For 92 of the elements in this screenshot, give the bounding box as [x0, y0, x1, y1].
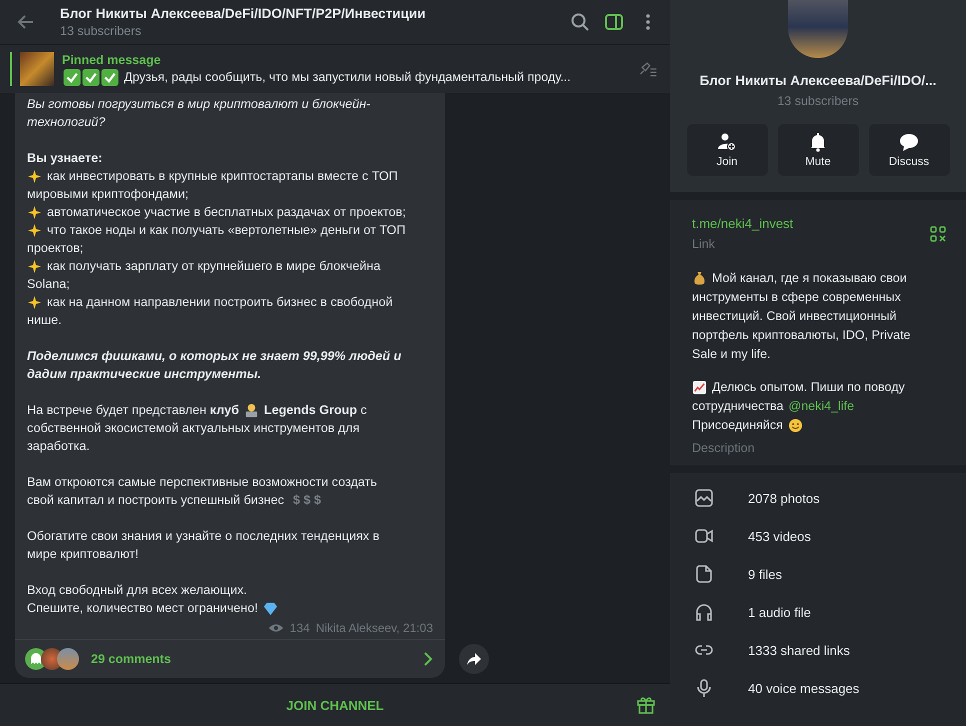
- message-text: Вход свободный для всех желающих.: [27, 582, 248, 599]
- message-text: Вы готовы погрузиться в мир криптовалют и блокчейн-: [27, 96, 370, 113]
- add-user-icon: [717, 132, 737, 152]
- diamond-icon: [262, 600, 278, 616]
- message-text: технологий?: [27, 114, 106, 131]
- chart-icon: [692, 380, 707, 395]
- action-button[interactable]: Discuss: [868, 124, 950, 176]
- link-caption: Link: [692, 237, 716, 251]
- media-count: 2078 photos: [748, 490, 820, 506]
- message-text: Спешите, количество мест ограничено!: [27, 600, 258, 617]
- view-count: 134: [290, 621, 310, 635]
- channel-title: Блог Никиты Алексеева/DeFi/IDO/NFT/P2P/Инвестиции: [60, 6, 426, 21]
- video-camera-icon: [694, 526, 714, 546]
- sparkle-star-icon: [27, 258, 42, 274]
- microphone-icon: [694, 678, 714, 698]
- gift-icon[interactable]: [636, 695, 656, 715]
- message-text: инвестиций. Свой инвестиционный: [692, 308, 896, 325]
- side-panel-icon[interactable]: [604, 12, 624, 32]
- media-row[interactable]: 40 voice messages: [694, 669, 966, 707]
- message-text: Sale и my life.: [692, 346, 771, 363]
- sparkle-star-icon: [27, 294, 42, 310]
- message-text: свой капитал и построить успешный бизнес: [27, 492, 284, 509]
- message-text: Поделимся фишками, о которых не знает 99,99% людей и: [27, 348, 402, 365]
- author-time: Nikita Alekseev, 21:03: [316, 621, 433, 635]
- profile-name: Блог Никиты Алексеева/DeFi/IDO/...: [700, 73, 936, 88]
- dollar-signs: $ $ $: [293, 492, 322, 509]
- search-icon[interactable]: [570, 12, 590, 32]
- message-text: как инвестировать в крупные криптостартапы вместе с ТОП: [47, 168, 398, 185]
- sparkle-star-icon: [27, 168, 42, 184]
- pinned-message-bar[interactable]: Pinned message Друзья, рады сообщить, что мы запустили новый фундаментальный проду...: [0, 45, 670, 93]
- media-row[interactable]: 9 files: [694, 555, 966, 593]
- media-row[interactable]: 2078 photos: [694, 479, 966, 517]
- join-channel-button[interactable]: JOIN CHANNEL: [276, 692, 394, 718]
- profile-photo: [788, 0, 848, 58]
- share-button[interactable]: [459, 644, 489, 674]
- message-text: заработка.: [27, 438, 90, 455]
- message-text: Присоединяйся: [692, 417, 783, 434]
- speech-bubble-icon: [899, 132, 919, 152]
- message-text: что такое ноды и как получать «вертолетные» деньги от ТОП: [47, 222, 406, 239]
- media-row[interactable]: 1 audio file: [694, 593, 966, 631]
- check-marks-drawing: [62, 68, 120, 86]
- message-text: Мой канал, где я показываю свои: [712, 270, 907, 287]
- money-bag-icon: [692, 271, 707, 286]
- media-count: 9 files: [748, 566, 782, 582]
- eye-icon: [268, 623, 284, 633]
- media-count: 1 audio file: [748, 604, 811, 620]
- message-text: портфель криптовалюты, IDO, Private: [692, 327, 911, 344]
- smiley-icon: [788, 418, 803, 433]
- message-text: Вам откроются самые перспективные возможности создать: [27, 474, 377, 491]
- message-text: автоматическое участие в бесплатных раздачах от проектов;: [47, 204, 406, 221]
- media-row[interactable]: 453 videos: [694, 517, 966, 555]
- qr-code-icon[interactable]: [930, 226, 946, 242]
- message-text: На встрече будет представлен клуб: [27, 402, 239, 419]
- message-text: дадим практические инструменты.: [27, 366, 262, 383]
- message-text: инструменты в сфере современных: [692, 289, 901, 306]
- message-text: как на данном направлении построить бизнес в свободной: [47, 294, 393, 311]
- action-button[interactable]: Join: [686, 124, 768, 176]
- message-text: Solana;: [27, 276, 70, 293]
- image-thumbnail: [20, 52, 54, 86]
- document-icon: [694, 564, 714, 584]
- message-text: собственной экосистемой актуальных инструментов для: [27, 420, 360, 437]
- media-count: 453 videos: [748, 528, 811, 544]
- media-count: 1333 shared links: [748, 642, 850, 658]
- subscriber-count: 13 subscribers: [60, 24, 142, 38]
- pinned-text: Друзья, рады сообщить, что мы запустили новый фундаментальный проду...: [124, 70, 571, 84]
- message-text: Делюсь опытом. Пиши по поводу: [712, 379, 905, 396]
- sparkle-star-icon: [27, 204, 42, 220]
- comments-link[interactable]: 29 comments: [15, 639, 445, 678]
- media-count: 40 voice messages: [748, 680, 860, 696]
- message-text: мире криптовалют!: [27, 546, 139, 563]
- message-text: как получать зарплату от крупнейшего в мире блокчейна: [47, 258, 380, 275]
- share-arrow-icon: [466, 651, 482, 667]
- description-caption: Description: [692, 441, 756, 455]
- message-text: нише.: [27, 312, 62, 329]
- sparkle-star-icon: [27, 222, 42, 238]
- action-button[interactable]: Mute: [778, 124, 858, 176]
- media-row[interactable]: 1333 shared links: [694, 631, 966, 669]
- chevron-right-icon: [423, 651, 433, 667]
- message-text: Вы узнаете:: [27, 150, 102, 167]
- subscriber-count: 13 subscribers: [777, 94, 859, 108]
- channel-link[interactable]: t.me/neki4_invest: [692, 216, 794, 231]
- message-text: Обогатите свои знания и узнайте о последних тенденциях в: [27, 528, 380, 545]
- message-text: проектов;: [27, 240, 84, 257]
- message-text: сотрудничества: [692, 398, 784, 415]
- mention-link[interactable]: @neki4_life: [788, 397, 854, 416]
- pinned-label: Pinned message: [62, 52, 162, 66]
- headphones-icon: [694, 602, 714, 622]
- message-text: Legends Group с: [264, 402, 367, 419]
- person-laptop-icon: [244, 402, 259, 418]
- image-icon: [694, 488, 714, 508]
- avatar-photo: [57, 648, 79, 670]
- message-text: мировыми криптофондами;: [27, 186, 188, 203]
